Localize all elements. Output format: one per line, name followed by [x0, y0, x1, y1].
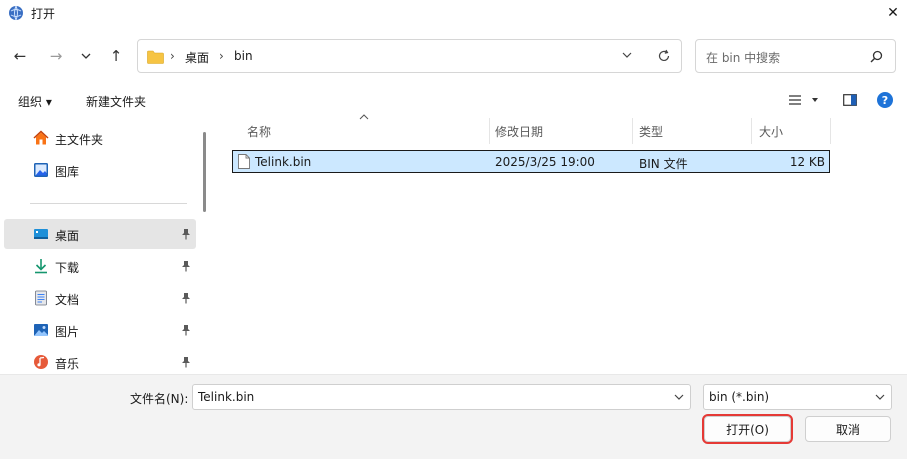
- help-button[interactable]: ?: [877, 92, 893, 108]
- filename-label: 文件名(N):: [130, 392, 189, 406]
- picture-icon: [34, 324, 48, 336]
- open-button-label: 打开(O): [726, 422, 769, 437]
- window-title: 打开: [31, 7, 56, 21]
- column-divider[interactable]: [830, 118, 831, 144]
- folder-icon: [147, 50, 164, 64]
- filetype-select[interactable]: bin (*.bin): [703, 384, 892, 410]
- sidebar-item-music[interactable]: 音乐: [4, 347, 196, 374]
- up-button[interactable]: ↑: [106, 46, 126, 66]
- new-folder-button[interactable]: 新建文件夹: [86, 93, 146, 110]
- command-bar: 组织 ▾ 新建文件夹 ?: [0, 86, 907, 116]
- arrow-up-icon: ↑: [109, 47, 123, 65]
- dialog-footer: 文件名(N): Telink.bin bin (*.bin) 打开(O) 取消: [0, 374, 907, 459]
- sidebar-item-desktop[interactable]: 桌面: [4, 219, 196, 249]
- sidebar-item-downloads[interactable]: 下载: [4, 251, 196, 281]
- search-icon: [870, 50, 883, 63]
- navigation-pane: 主文件夹 图库 桌面 下载 文档 图片 音乐: [0, 118, 210, 374]
- sidebar-item-label: 下载: [55, 261, 80, 275]
- arrow-right-icon: →: [49, 47, 63, 65]
- sidebar-item-label: 桌面: [55, 229, 80, 243]
- download-icon: [35, 259, 47, 274]
- file-modified: 2025/3/25 19:00: [495, 155, 595, 169]
- file-list: 名称 修改日期 类型 大小 Telink.bin 2025/3/25 19:00…: [232, 114, 907, 374]
- file-name: Telink.bin: [255, 155, 312, 169]
- sidebar-item-label: 图片: [55, 325, 80, 339]
- sidebar-scrollbar[interactable]: [203, 132, 206, 212]
- breadcrumb-desktop[interactable]: 桌面: [185, 49, 209, 66]
- organize-button[interactable]: 组织 ▾: [18, 93, 52, 110]
- view-options-icon[interactable]: [789, 95, 819, 105]
- title-bar: 打开 ✕: [0, 0, 907, 26]
- close-icon: ✕: [887, 5, 899, 21]
- navigation-bar: ← → ↑ › 桌面 › bin 在 bin 中搜索: [0, 36, 907, 76]
- cancel-button[interactable]: 取消: [805, 416, 891, 442]
- document-icon: [35, 290, 47, 306]
- column-divider[interactable]: [751, 118, 752, 144]
- column-header-modified[interactable]: 修改日期: [495, 118, 543, 144]
- sidebar-item-label: 主文件夹: [55, 133, 104, 147]
- file-size: 12 KB: [789, 155, 825, 169]
- column-header-size[interactable]: 大小: [759, 118, 783, 144]
- pin-icon[interactable]: [181, 356, 191, 368]
- sidebar-item-label: 图库: [55, 165, 80, 179]
- pin-icon[interactable]: [181, 228, 191, 240]
- globe-app-icon: [9, 5, 23, 21]
- cancel-button-label: 取消: [835, 422, 860, 437]
- preview-pane-icon[interactable]: [843, 94, 857, 106]
- sidebar-item-label: 音乐: [55, 357, 80, 371]
- help-icon: ?: [881, 93, 889, 107]
- sidebar-divider: [30, 203, 187, 204]
- sidebar-item-pictures[interactable]: 图片: [4, 315, 196, 345]
- chevron-down-icon: [81, 53, 91, 59]
- filename-value[interactable]: Telink.bin: [198, 390, 254, 404]
- breadcrumb-separator: ›: [219, 49, 224, 63]
- sort-ascending-icon: [359, 114, 369, 120]
- file-type: BIN 文件: [639, 157, 688, 171]
- close-button[interactable]: ✕: [879, 0, 907, 26]
- open-button[interactable]: 打开(O): [702, 414, 793, 444]
- column-divider[interactable]: [489, 118, 490, 144]
- home-icon: [33, 130, 49, 145]
- gallery-icon: [34, 163, 48, 177]
- back-button[interactable]: ←: [10, 46, 30, 66]
- forward-button[interactable]: →: [46, 46, 66, 66]
- pin-icon[interactable]: [181, 324, 191, 336]
- chevron-down-icon: [875, 394, 885, 400]
- recent-locations-button[interactable]: [76, 46, 96, 66]
- file-row-selected[interactable]: Telink.bin 2025/3/25 19:00 BIN 文件 12 KB: [232, 150, 830, 173]
- pin-icon[interactable]: [181, 260, 191, 272]
- chevron-down-icon[interactable]: [622, 51, 632, 59]
- column-divider[interactable]: [632, 118, 633, 144]
- filename-field[interactable]: Telink.bin: [192, 384, 691, 410]
- search-input[interactable]: 在 bin 中搜索: [706, 49, 780, 66]
- breadcrumb-bin[interactable]: bin: [234, 49, 253, 63]
- arrow-left-icon: ←: [13, 47, 27, 65]
- sidebar-item-home[interactable]: 主文件夹: [4, 123, 196, 153]
- chevron-down-icon[interactable]: [674, 393, 684, 401]
- filetype-value: bin (*.bin): [709, 390, 770, 404]
- column-header-type[interactable]: 类型: [639, 118, 663, 144]
- refresh-icon[interactable]: [657, 49, 671, 63]
- column-header-name[interactable]: 名称: [247, 118, 271, 144]
- sidebar-item-gallery[interactable]: 图库: [4, 155, 196, 185]
- music-icon: [34, 355, 48, 369]
- sidebar-item-documents[interactable]: 文档: [4, 283, 196, 313]
- desktop-icon: [34, 229, 48, 239]
- search-box[interactable]: 在 bin 中搜索: [695, 39, 896, 73]
- address-bar[interactable]: › 桌面 › bin: [137, 39, 682, 73]
- pin-icon[interactable]: [181, 292, 191, 304]
- sidebar-item-label: 文档: [55, 293, 80, 307]
- breadcrumb-separator: ›: [170, 49, 175, 63]
- file-icon: [238, 154, 250, 169]
